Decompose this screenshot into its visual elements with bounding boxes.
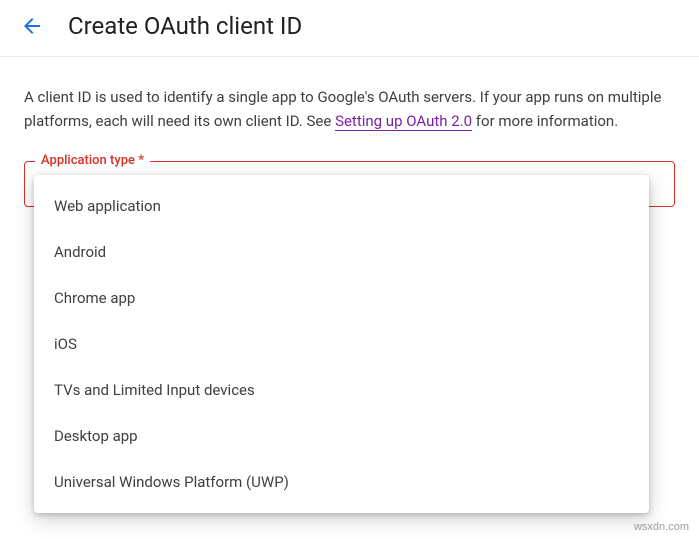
dropdown-item-desktop-app[interactable]: Desktop app: [34, 413, 649, 459]
content-area: A client ID is used to identify a single…: [0, 57, 699, 207]
application-type-field-wrapper: Application type * Web application Andro…: [24, 161, 675, 207]
dropdown-item-uwp[interactable]: Universal Windows Platform (UWP): [34, 459, 649, 505]
watermark: wsxdn.com: [634, 521, 689, 533]
application-type-label: Application type *: [35, 153, 150, 168]
setup-oauth-link[interactable]: Setting up OAuth 2.0: [335, 112, 472, 131]
page-header: Create OAuth client ID: [0, 0, 699, 57]
arrow-left-icon: [20, 14, 44, 38]
dropdown-item-android[interactable]: Android: [34, 229, 649, 275]
dropdown-item-web-application[interactable]: Web application: [34, 183, 649, 229]
description-post: for more information.: [472, 112, 618, 130]
page-title: Create OAuth client ID: [68, 12, 302, 40]
dropdown-item-ios[interactable]: iOS: [34, 321, 649, 367]
back-button[interactable]: [20, 14, 44, 38]
description-text: A client ID is used to identify a single…: [24, 85, 675, 133]
application-type-dropdown: Web application Android Chrome app iOS T…: [34, 175, 649, 513]
dropdown-item-chrome-app[interactable]: Chrome app: [34, 275, 649, 321]
dropdown-item-tvs-limited-input[interactable]: TVs and Limited Input devices: [34, 367, 649, 413]
